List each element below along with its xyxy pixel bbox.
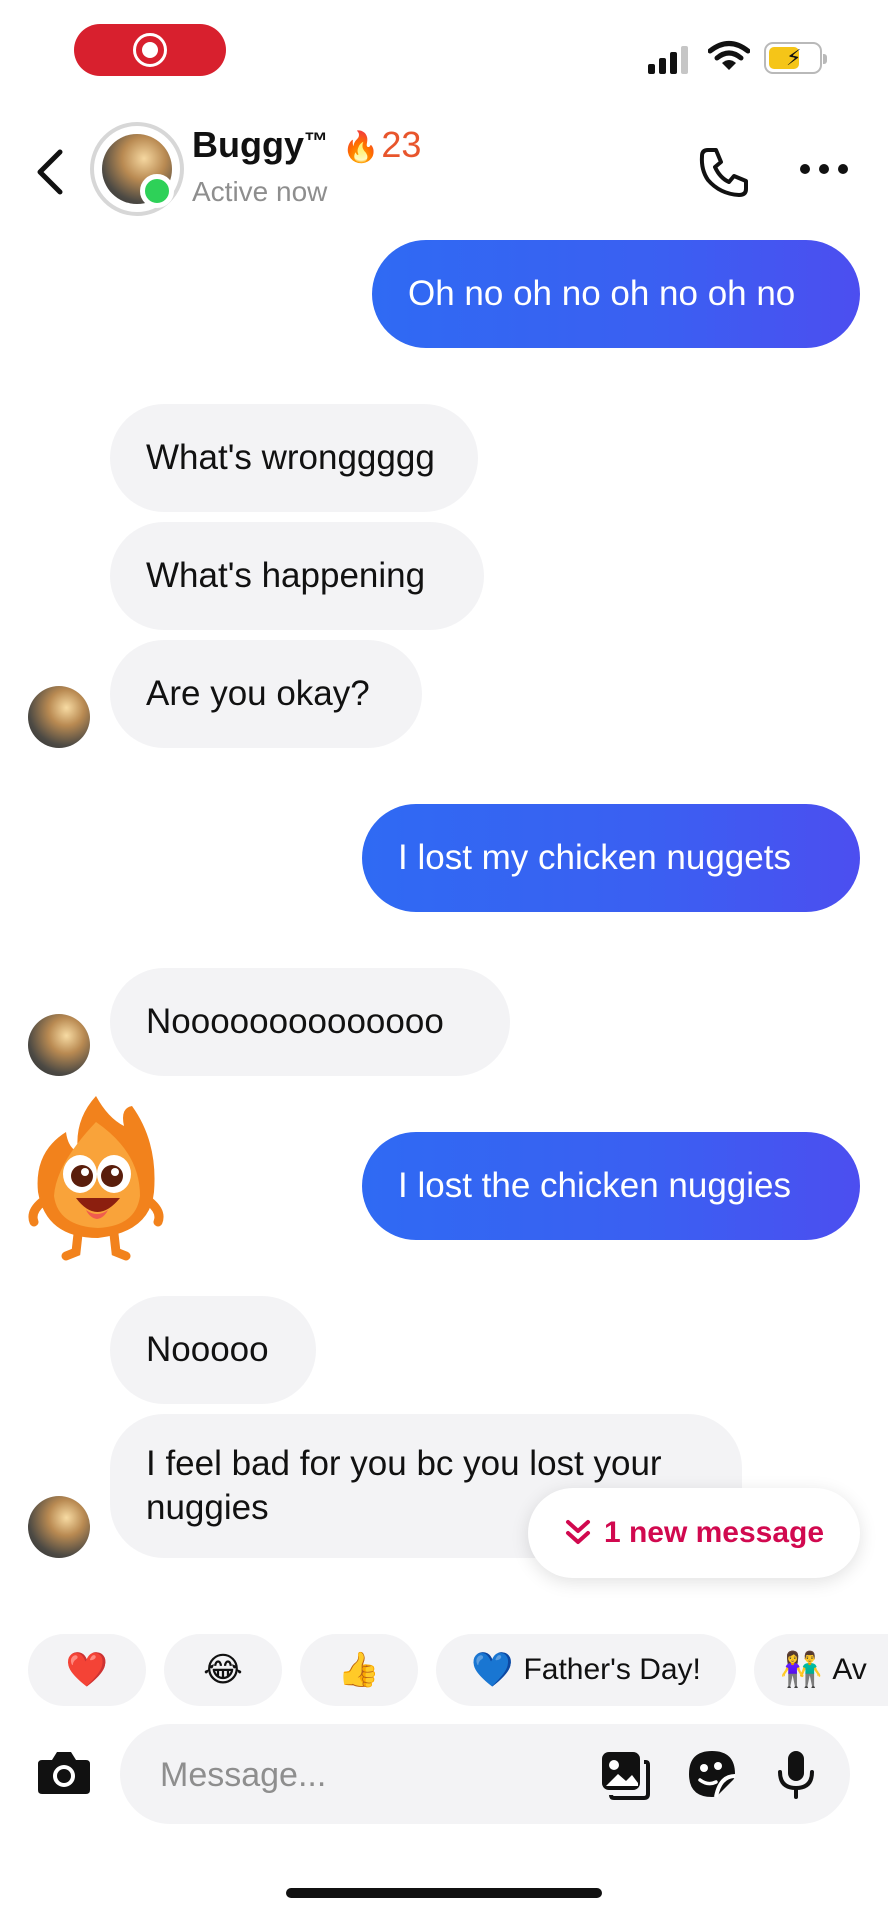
blue-heart-tie-icon: 💙 [471, 1651, 514, 1689]
battery-nub [823, 54, 827, 64]
message-input[interactable] [158, 1748, 542, 1802]
streak-count: 23 [381, 124, 422, 165]
sticker-icon[interactable] [686, 1748, 738, 1800]
double-chevron-down-icon [565, 1520, 590, 1544]
fire-mascot-sticker[interactable] [28, 1092, 164, 1262]
new-message-button[interactable]: 1 new message [528, 1488, 860, 1578]
phone-icon[interactable] [696, 144, 752, 200]
quick-reply-avatar[interactable]: 👫 Av [754, 1634, 888, 1706]
outgoing-message[interactable]: I lost my chicken nuggets [362, 804, 860, 912]
charging-bolt-icon: ⚡ [786, 45, 802, 70]
quick-reaction-thumbs-up[interactable]: 👍 [300, 1634, 418, 1706]
gallery-icon[interactable] [598, 1748, 650, 1800]
screen-record-indicator[interactable] [74, 24, 226, 76]
incoming-message[interactable]: What's wronggggg [110, 404, 478, 512]
camera-icon[interactable] [36, 1746, 92, 1798]
avatar-couple-icon: 👫 [780, 1651, 823, 1689]
message-composer[interactable] [120, 1724, 850, 1824]
battery-charging-icon: ⚡ [764, 42, 827, 74]
outgoing-message[interactable]: Oh no oh no oh no oh no [372, 240, 860, 348]
quick-reaction-laugh[interactable]: 😂 [164, 1634, 282, 1706]
sender-avatar[interactable] [28, 1014, 90, 1076]
home-indicator[interactable] [286, 1888, 602, 1898]
heart-icon: ❤️ [65, 1651, 109, 1689]
thumbs-up-icon: 👍 [337, 1651, 381, 1689]
quick-reply-label: Father's Day! [523, 1653, 701, 1686]
sender-avatar[interactable] [28, 686, 90, 748]
laughing-face-icon: 😂 [203, 1651, 243, 1689]
incoming-message[interactable]: Are you okay? [110, 640, 422, 748]
quick-reaction-heart[interactable]: ❤️ [28, 1634, 146, 1706]
trademark-symbol: ™ [304, 128, 328, 155]
new-message-label: 1 new message [603, 1516, 825, 1549]
contact-name[interactable]: Buggy™ 🔥23 [192, 124, 421, 166]
incoming-message[interactable]: What's happening [110, 522, 484, 630]
cellular-signal-icon [648, 44, 694, 74]
sender-avatar[interactable] [28, 1496, 90, 1558]
microphone-icon[interactable] [770, 1748, 822, 1800]
online-status-dot [140, 174, 174, 208]
incoming-message[interactable]: Noooooooooooooo [110, 968, 510, 1076]
active-status: Active now [192, 176, 328, 207]
back-chevron-icon[interactable] [30, 144, 70, 200]
record-dot [142, 42, 158, 58]
fire-icon: 🔥 [342, 131, 380, 164]
quick-reply-fathers-day[interactable]: 💙 Father's Day! [436, 1634, 736, 1706]
incoming-message[interactable]: Nooooo [110, 1296, 316, 1404]
quick-reply-label: Av [832, 1653, 867, 1686]
more-icon[interactable] [800, 158, 848, 182]
wifi-icon [708, 41, 750, 70]
contact-name-text: Buggy [192, 124, 304, 165]
outgoing-message[interactable]: I lost the chicken nuggies [362, 1132, 860, 1240]
